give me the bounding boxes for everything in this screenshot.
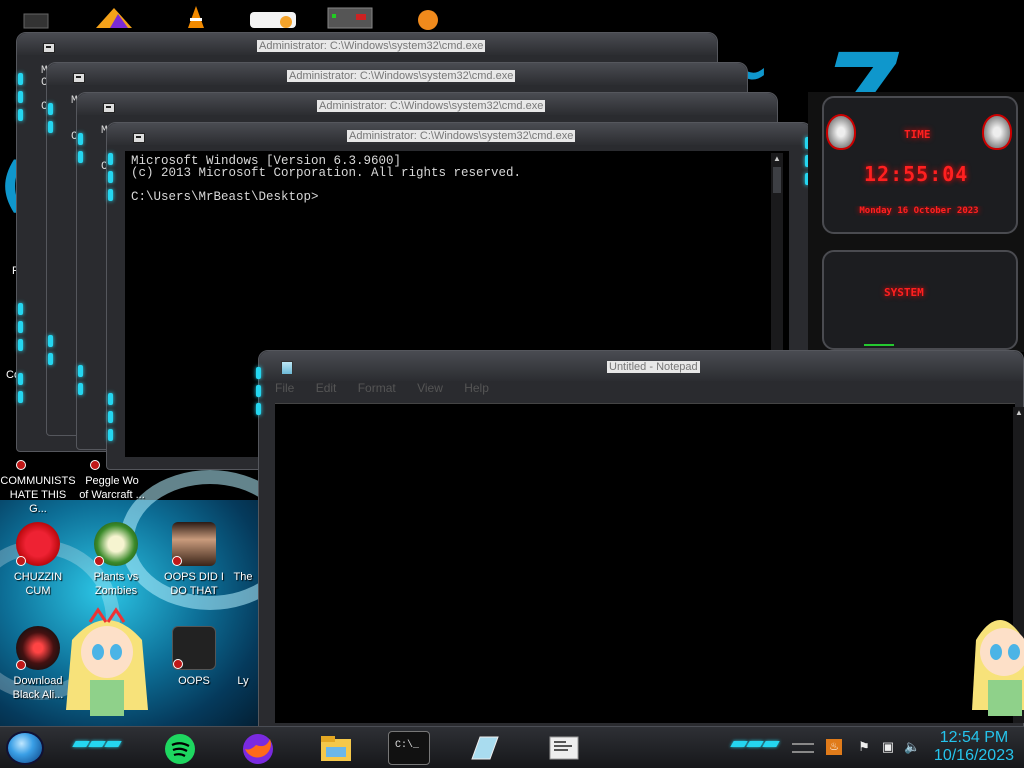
shortcut-arrow-icon (94, 556, 104, 566)
system-panel: SYSTEM (822, 250, 1018, 350)
desktop-icon[interactable]: Plants vs Zombies (78, 522, 154, 598)
desktop: 7 ~ ( Re Co Administrator: C:\Windows\sy… (0, 0, 1024, 768)
app-icon (233, 626, 253, 670)
cmd-taskbar-button[interactable]: C:\_ (388, 731, 430, 765)
alien-head-icon (982, 114, 1012, 150)
clock-time: 12:54 PM (939, 729, 1009, 746)
alienware-icon (16, 626, 60, 670)
desktop-icon[interactable]: COMMUNISTS HATE THIS G... (0, 448, 76, 516)
java-icon[interactable]: ♨ (826, 739, 842, 755)
scroll-up-arrow[interactable]: ▲ (1013, 407, 1024, 419)
desktop-icon[interactable]: OOPS DID I DO THAT (156, 522, 232, 598)
app-icon (16, 448, 60, 470)
desktop-icon[interactable]: Peggle Wo of Warcraft ... (74, 448, 150, 502)
clock-system-gadget[interactable]: TIME 12:55:04 Monday 16 October 2023 SYS… (808, 92, 1024, 352)
notepad-window[interactable]: Untitled - Notepad File Edit Format View… (256, 350, 1024, 730)
cmd-icon[interactable] (73, 73, 85, 83)
taskbar: C:\_ ♨ ⚑ ▣ 🔈 12:54 PM 10/16/2023 (0, 726, 1024, 768)
menu-file[interactable]: File (275, 381, 294, 395)
console-line: (c) 2013 Microsoft Corporation. All righ… (131, 166, 522, 180)
cmd-icon[interactable] (103, 103, 115, 113)
plants-vs-zombies-icon (94, 522, 138, 566)
window-title: Administrator: C:\Windows\system32\cmd.e… (257, 40, 486, 52)
app-icon[interactable] (94, 4, 132, 30)
flag-icon[interactable]: ⚑ (856, 739, 872, 755)
spotify-icon[interactable] (162, 731, 198, 765)
window-title: Administrator: C:\Windows\system32\cmd.e… (347, 130, 576, 142)
file-explorer-icon[interactable] (318, 731, 354, 765)
time-label: TIME (904, 128, 931, 141)
cmd-icon-text: C:\_ (395, 740, 420, 751)
vlc-icon[interactable] (186, 4, 222, 30)
app-icon (90, 448, 134, 470)
app-icon[interactable] (326, 4, 374, 30)
action-center-icon[interactable] (792, 743, 814, 753)
clock-panel: TIME 12:55:04 Monday 16 October 2023 (822, 96, 1018, 234)
menu-bar: File Edit Format View Help (275, 381, 1017, 401)
app-icon[interactable] (248, 4, 298, 30)
cmd-icon[interactable] (43, 43, 55, 53)
scroll-thumb[interactable] (773, 167, 781, 193)
system-clock[interactable]: 12:54 PM 10/16/2023 (934, 729, 1014, 765)
shortcut-arrow-icon (16, 460, 26, 470)
menu-format[interactable]: Format (358, 381, 396, 395)
app-icon[interactable] (22, 4, 58, 30)
notepad-icon[interactable] (281, 361, 293, 375)
volume-icon[interactable]: 🔈 (904, 739, 920, 755)
gadget-time: 12:55:04 (864, 162, 969, 186)
shortcut-arrow-icon (16, 556, 26, 566)
shortcut-arrow-icon (173, 659, 183, 669)
firefox-icon[interactable] (240, 731, 276, 765)
start-button[interactable] (6, 731, 44, 765)
desktop-icon[interactable]: The (228, 522, 258, 584)
system-label: SYSTEM (884, 286, 924, 299)
app-icon[interactable] (414, 4, 450, 30)
desktop-icon[interactable]: OOPS (156, 626, 232, 688)
shortcut-arrow-icon (90, 460, 100, 470)
clock-date: 10/16/2023 (933, 747, 1014, 764)
menu-view[interactable]: View (417, 381, 443, 395)
notepad-text-area[interactable] (275, 403, 1015, 723)
cmd-icon[interactable] (133, 133, 145, 143)
notepad-taskbar-button[interactable] (466, 731, 502, 765)
shortcut-arrow-icon (172, 556, 182, 566)
chuzzle-icon (16, 522, 60, 566)
portrait-icon (172, 522, 216, 566)
document-taskbar-button[interactable] (546, 731, 582, 765)
star-butterfly-character (62, 600, 152, 731)
desktop-icon[interactable]: CHUZZIN CUM (0, 522, 76, 598)
desktop-icon[interactable]: Ly (228, 626, 258, 688)
window-title: Administrator: C:\Windows\system32\cmd.e… (287, 70, 516, 82)
menu-help[interactable]: Help (464, 381, 489, 395)
star-butterfly-character (970, 600, 1024, 731)
network-icon[interactable]: ▣ (880, 739, 896, 755)
shortcut-arrow-icon (16, 660, 26, 670)
oops-icon (172, 626, 216, 670)
scroll-up-arrow[interactable]: ▲ (771, 153, 783, 165)
alien-head-icon (826, 114, 856, 150)
gadget-date: Monday 16 October 2023 (859, 206, 979, 216)
console-prompt: C:\Users\MrBeast\Desktop> (131, 190, 319, 204)
menu-edit[interactable]: Edit (316, 381, 337, 395)
window-title: Untitled - Notepad (607, 361, 700, 373)
app-icon (233, 522, 253, 566)
window-title: Administrator: C:\Windows\system32\cmd.e… (317, 100, 546, 112)
